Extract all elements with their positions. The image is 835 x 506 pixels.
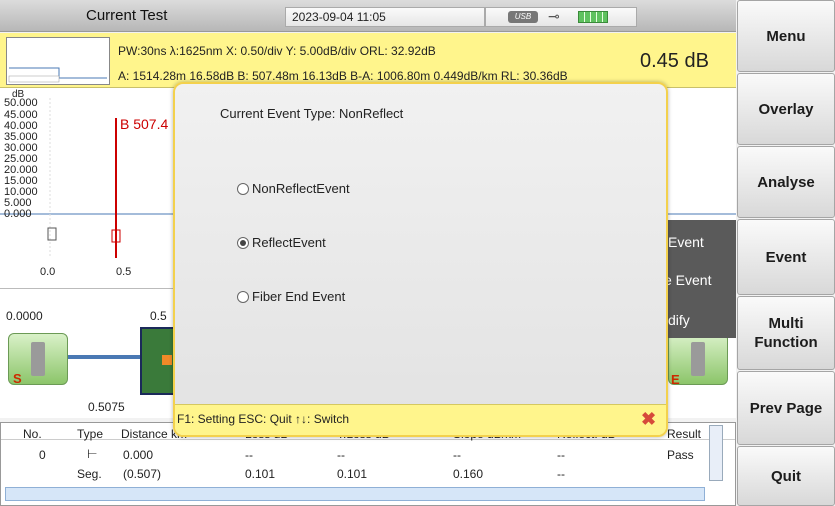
thumbnail-trace: [8, 67, 107, 83]
marker-b-label: B 507.4: [120, 116, 169, 132]
start-connector-icon[interactable]: S: [8, 333, 68, 386]
dialog-hints: F1: Setting ESC: Quit ↑↓: Switch: [177, 412, 350, 426]
y-tick: 10.000: [4, 186, 38, 198]
option-fiber-end[interactable]: Fiber End Event: [237, 289, 345, 304]
event-submenu: Event e Event dify: [660, 220, 736, 338]
map-start-value: 0.0000: [6, 309, 43, 323]
event-type-dialog: Current Event Type: NonReflect NonReflec…: [173, 82, 668, 437]
dialog-footer: F1: Setting ESC: Quit ↑↓: Switch ✖: [175, 404, 666, 435]
overlay-button[interactable]: Overlay: [737, 73, 835, 145]
battery-icon: [578, 11, 608, 23]
status-area: USB ⊸: [485, 7, 637, 27]
y-tick: 30.000: [4, 142, 38, 154]
close-icon[interactable]: ✖: [641, 410, 656, 428]
vertical-scrollbar[interactable]: [709, 425, 723, 481]
y-tick: 0.000: [4, 208, 32, 220]
col-result: Result: [667, 427, 702, 441]
event-button[interactable]: Event: [737, 219, 835, 295]
y-tick: 15.000: [4, 175, 38, 187]
col-no: No.: [23, 427, 42, 441]
y-tick: 35.000: [4, 131, 38, 143]
loss-readout: 0.45 dB: [640, 50, 709, 72]
radio-selected-icon: [237, 237, 249, 249]
y-tick: 45.000: [4, 109, 38, 121]
trace-thumbnail[interactable]: [6, 37, 110, 85]
menu-button[interactable]: Menu: [737, 0, 835, 72]
analyse-button[interactable]: Analyse: [737, 146, 835, 218]
horizontal-scrollbar[interactable]: [5, 487, 705, 501]
radio-icon: [237, 291, 249, 303]
map-mid-value: 0.5: [150, 309, 167, 323]
end-connector-icon[interactable]: E: [668, 333, 728, 387]
x-tick: 0.5: [116, 266, 132, 278]
submenu-item[interactable]: e Event: [664, 272, 711, 288]
map-length-value: 0.5075: [88, 400, 125, 414]
end-label: E: [671, 372, 680, 387]
marker-a-box: [47, 227, 57, 241]
datetime-display: 2023-09-04 11:05: [285, 7, 485, 27]
y-tick: 25.000: [4, 153, 38, 165]
page-title: Current Test: [86, 7, 168, 24]
y-tick: 40.000: [4, 120, 38, 132]
radio-icon: [237, 183, 249, 195]
quit-button[interactable]: Quit: [737, 446, 835, 506]
measurement-params: PW:30ns λ:1625nm X: 0.50/div Y: 5.00dB/d…: [118, 44, 436, 58]
col-type: Type: [77, 427, 104, 441]
x-tick: 0.0: [40, 266, 56, 278]
y-tick: 5.000: [4, 197, 32, 209]
option-nonreflect[interactable]: NonReflectEvent: [237, 181, 350, 196]
prev-page-button[interactable]: Prev Page: [737, 371, 835, 445]
multi-function-button[interactable]: Multi Function: [737, 296, 835, 370]
power-plug-icon: ⊸: [548, 8, 560, 24]
submenu-item[interactable]: dify: [668, 312, 690, 328]
y-tick: 50.000: [4, 97, 38, 109]
start-label: S: [13, 371, 22, 386]
option-reflect[interactable]: ReflectEvent: [237, 235, 326, 250]
submenu-item[interactable]: Event: [668, 234, 704, 250]
y-tick: 20.000: [4, 164, 38, 176]
usb-icon: USB: [508, 11, 538, 23]
dialog-heading: Current Event Type: NonReflect: [220, 106, 404, 121]
